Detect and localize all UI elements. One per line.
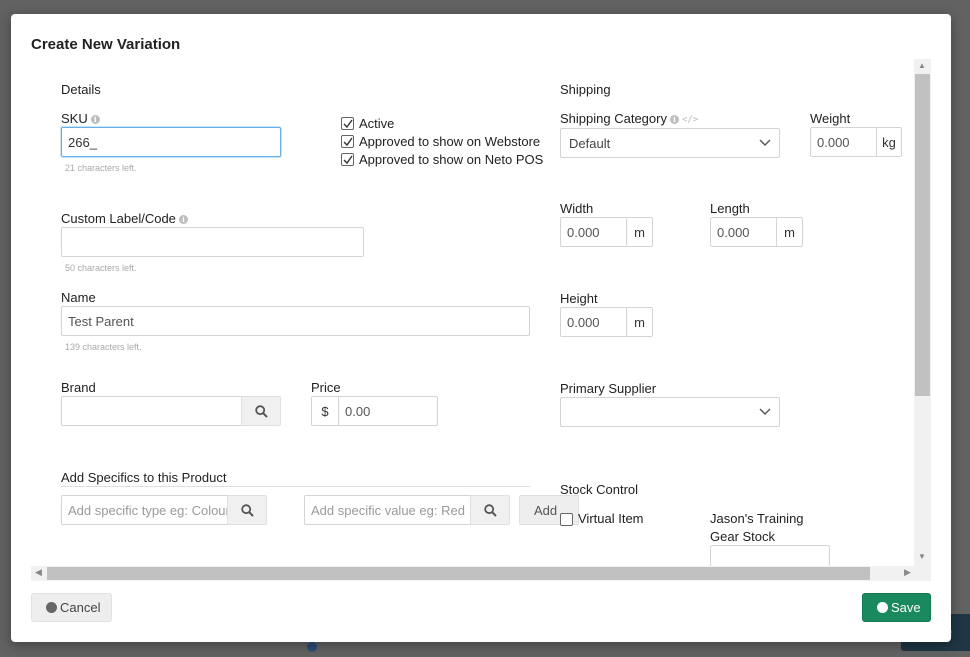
code-icon[interactable]: </> xyxy=(682,115,698,125)
shipping-category-label: Shipping Category i </> xyxy=(560,111,698,126)
modal-title: Create New Variation xyxy=(31,36,181,53)
cancel-button-label: Cancel xyxy=(60,600,101,615)
shipping-category-select[interactable]: Default xyxy=(560,128,780,158)
stock-control-section-title: Stock Control xyxy=(560,482,639,497)
scroll-left-icon[interactable]: ◀ xyxy=(35,567,42,578)
virtual-item-checkbox[interactable] xyxy=(560,513,573,526)
details-section-title: Details xyxy=(61,82,101,97)
modal-body[interactable]: Details SKU i 266_ 21 characters left. Ac… xyxy=(31,59,931,581)
specific-type-search-button[interactable] xyxy=(227,495,267,525)
price-value: 0.00 xyxy=(345,404,371,419)
height-value: 0.000 xyxy=(567,315,600,330)
sku-label-text: SKU xyxy=(61,111,88,126)
brand-search-button[interactable] xyxy=(241,396,281,426)
shipping-section-title: Shipping xyxy=(560,82,611,97)
name-hint: 139 characters left. xyxy=(65,342,142,352)
height-input[interactable]: 0.000 xyxy=(560,307,627,337)
name-value: Test Parent xyxy=(68,314,134,329)
name-label: Name xyxy=(61,290,96,305)
length-value: 0.000 xyxy=(717,225,750,240)
shipping-category-value: Default xyxy=(569,136,611,151)
vertical-scroll-thumb[interactable] xyxy=(915,74,930,396)
price-input[interactable]: 0.00 xyxy=(338,396,438,426)
width-unit: m xyxy=(626,217,653,247)
brand-label: Brand xyxy=(61,380,96,395)
weight-value: 0.000 xyxy=(817,135,850,150)
sku-hint: 21 characters left. xyxy=(65,163,137,173)
sku-info-icon[interactable]: i xyxy=(90,115,100,124)
height-unit: m xyxy=(626,307,653,337)
specifics-title: Add Specifics to this Product xyxy=(61,470,227,485)
check-icon xyxy=(343,119,353,129)
search-icon xyxy=(241,504,254,517)
length-label: Length xyxy=(710,201,750,216)
custom-label-input[interactable] xyxy=(61,227,364,257)
length-input[interactable]: 0.000 xyxy=(710,217,777,247)
pos-label[interactable]: Approved to show on Neto POS xyxy=(359,152,543,167)
specific-type-placeholder: Add specific type eg: Colour xyxy=(68,503,229,518)
background-info-icon xyxy=(307,642,317,652)
width-label: Width xyxy=(560,201,594,216)
cancel-circle-icon xyxy=(46,602,57,613)
scroll-down-icon[interactable]: ▼ xyxy=(918,552,926,561)
custom-label-label: Custom Label/Code i xyxy=(61,211,188,226)
pos-checkbox[interactable] xyxy=(341,153,354,166)
save-button[interactable]: Save xyxy=(862,593,931,622)
length-unit: m xyxy=(776,217,803,247)
chevron-down-icon xyxy=(759,139,771,146)
horizontal-scroll-thumb[interactable] xyxy=(47,567,870,580)
weight-label: Weight xyxy=(810,111,851,126)
price-label: Price xyxy=(311,380,341,395)
shipping-category-label-text: Shipping Category xyxy=(560,111,667,126)
height-label: Height xyxy=(560,291,598,306)
custom-label-info-icon[interactable]: i xyxy=(178,215,188,224)
save-button-label: Save xyxy=(891,600,921,615)
warehouse-stock-label-line1: Jason's Training xyxy=(710,511,804,526)
brand-input[interactable] xyxy=(61,396,242,426)
sku-label: SKU i xyxy=(61,111,100,126)
create-variation-modal: Create New Variation Details SKU i 266_ 2… xyxy=(11,14,951,642)
scroll-up-icon[interactable]: ▲ xyxy=(918,61,926,70)
currency-addon: $ xyxy=(311,396,339,426)
shipping-category-info-icon[interactable]: i xyxy=(669,115,679,124)
primary-supplier-select[interactable] xyxy=(560,397,780,427)
check-icon xyxy=(343,155,353,165)
width-input[interactable]: 0.000 xyxy=(560,217,627,247)
webstore-checkbox[interactable] xyxy=(341,135,354,148)
specific-value-input[interactable]: Add specific value eg: Red xyxy=(304,495,472,525)
active-label[interactable]: Active xyxy=(359,116,394,131)
custom-label-text: Custom Label/Code xyxy=(61,211,176,226)
custom-label-hint: 50 characters left. xyxy=(65,263,137,273)
specifics-divider xyxy=(61,486,530,487)
specific-value-search-button[interactable] xyxy=(470,495,510,525)
chevron-down-icon xyxy=(759,408,771,415)
sku-value: 266_ xyxy=(68,135,97,150)
virtual-item-label[interactable]: Virtual Item xyxy=(578,511,644,526)
active-checkbox[interactable] xyxy=(341,117,354,130)
warehouse-stock-label-line2: Gear Stock xyxy=(710,529,776,544)
search-icon xyxy=(484,504,497,517)
weight-input[interactable]: 0.000 xyxy=(810,127,877,157)
name-input[interactable]: Test Parent xyxy=(61,306,530,336)
specific-type-input[interactable]: Add specific type eg: Colour xyxy=(61,495,229,525)
check-circle-icon xyxy=(877,602,888,613)
search-icon xyxy=(255,405,268,418)
scroll-right-icon[interactable]: ▶ xyxy=(904,567,911,578)
webstore-label[interactable]: Approved to show on Webstore xyxy=(359,134,540,149)
specific-value-placeholder: Add specific value eg: Red xyxy=(311,503,465,518)
vertical-scrollbar[interactable]: ▲ ▼ xyxy=(914,59,931,566)
cancel-button[interactable]: Cancel xyxy=(31,593,112,622)
weight-unit: kg xyxy=(876,127,902,157)
primary-supplier-label: Primary Supplier xyxy=(560,381,657,396)
sku-input[interactable]: 266_ xyxy=(61,127,281,157)
horizontal-scrollbar[interactable]: ◀ ▶ xyxy=(31,566,931,581)
width-value: 0.000 xyxy=(567,225,600,240)
check-icon xyxy=(343,137,353,147)
